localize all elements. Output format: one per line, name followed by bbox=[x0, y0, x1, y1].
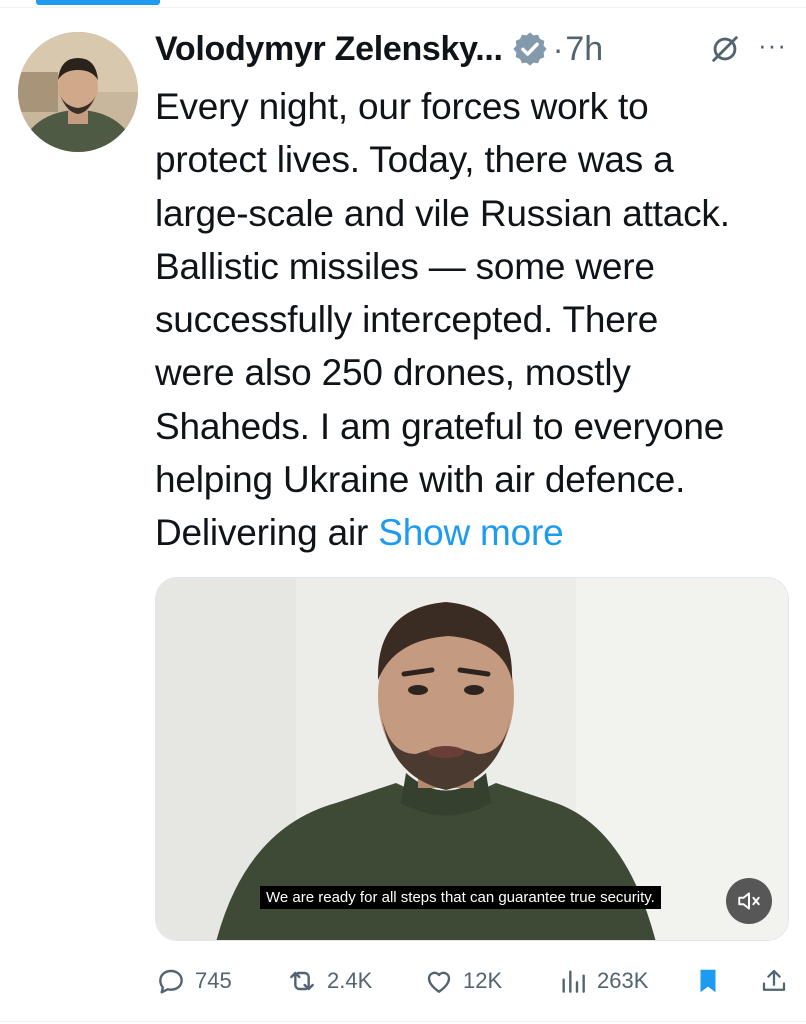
post-text-line: Every night, our forces work to bbox=[155, 86, 649, 127]
post-text-line: helping Ukraine with air defence. bbox=[155, 459, 686, 501]
verified-badge-icon[interactable] bbox=[511, 30, 549, 68]
post-text-line: Ballistic missiles — some were bbox=[155, 245, 655, 287]
post-text-line: protect lives. Today, there was a bbox=[155, 139, 674, 181]
post-time[interactable]: 7h bbox=[565, 30, 603, 69]
share-button[interactable] bbox=[759, 958, 797, 1004]
bottom-divider bbox=[0, 1021, 806, 1022]
reply-icon bbox=[159, 969, 183, 994]
tab-indicator bbox=[36, 0, 160, 5]
post-text-last-line: Delivering air Show more bbox=[155, 506, 795, 559]
author-name[interactable]: Volodymyr Zelensky... bbox=[155, 30, 503, 69]
like-count: 12K bbox=[463, 968, 503, 993]
bookmark-icon bbox=[700, 969, 716, 993]
post-text-line: successfully intercepted. There bbox=[155, 299, 659, 341]
post-header: Volodymyr Zelensky... · 7h bbox=[155, 24, 603, 74]
repost-button[interactable]: 2.4K bbox=[285, 958, 372, 1004]
repost-count: 2.4K bbox=[327, 968, 373, 993]
post-text-line: Shaheds. I am grateful to everyone bbox=[155, 405, 725, 447]
top-divider bbox=[0, 7, 806, 8]
post-text-line: Delivering air bbox=[155, 512, 369, 554]
share-icon bbox=[762, 969, 786, 991]
separator-dot: · bbox=[552, 30, 564, 67]
video-player[interactable]: We are ready for all steps that can guar… bbox=[155, 577, 789, 941]
views-button[interactable]: 263K bbox=[557, 958, 648, 1004]
video-caption: We are ready for all steps that can guar… bbox=[260, 886, 661, 909]
action-bar: 745 2.4K 12K 263K bbox=[155, 958, 795, 1004]
show-more-link[interactable]: Show more bbox=[378, 512, 564, 553]
grok-icon[interactable] bbox=[708, 32, 742, 71]
post-text-line: large-scale and vile Russian attack. bbox=[155, 192, 730, 234]
reply-count: 745 bbox=[195, 968, 232, 993]
views-count: 263K bbox=[597, 968, 649, 993]
heart-icon bbox=[427, 971, 451, 993]
bookmark-button[interactable] bbox=[693, 958, 731, 1004]
mute-button[interactable] bbox=[726, 878, 772, 924]
more-options-icon[interactable]: ··· bbox=[758, 30, 787, 61]
repost-icon bbox=[290, 971, 314, 991]
like-button[interactable]: 12K bbox=[423, 958, 502, 1004]
post-text-line: were also 250 drones, mostly bbox=[155, 352, 631, 394]
post-text: Every night, our forces work to protect … bbox=[155, 80, 795, 560]
avatar[interactable] bbox=[18, 32, 138, 152]
views-chart-icon bbox=[562, 970, 585, 993]
speaker-muted-icon bbox=[738, 892, 760, 910]
reply-button[interactable]: 745 bbox=[155, 958, 232, 1004]
